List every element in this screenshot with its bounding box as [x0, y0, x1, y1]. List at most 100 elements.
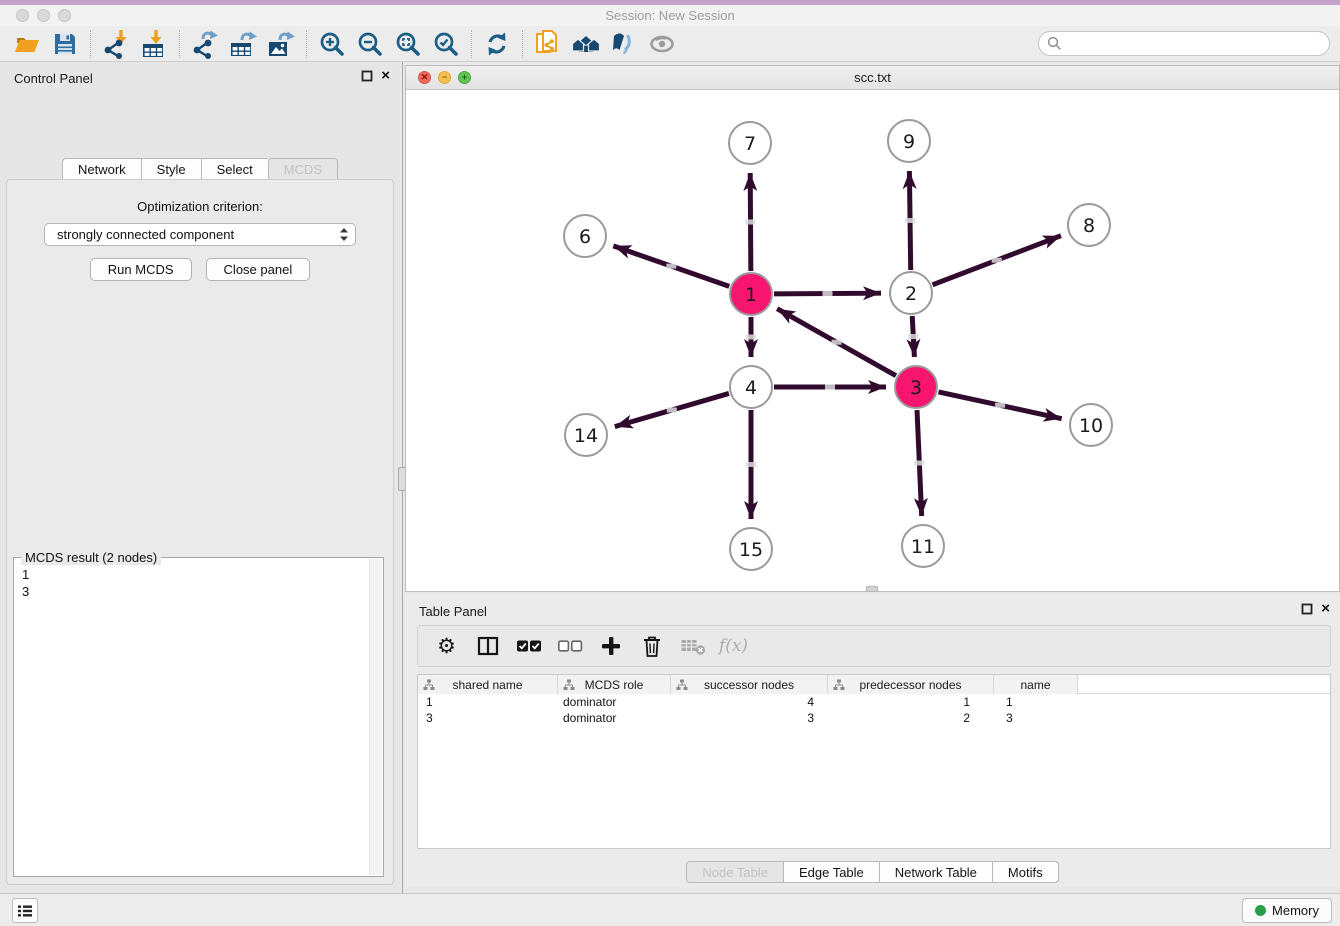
delete-table-button[interactable]	[674, 629, 711, 663]
zoom-out-button[interactable]	[351, 28, 389, 60]
main-toolbar	[0, 26, 1340, 62]
column-layout-button[interactable]	[469, 629, 506, 663]
hierarchy-icon	[423, 679, 435, 691]
tab-mcds[interactable]: MCDS	[268, 158, 338, 180]
graph-node-10[interactable]: 10	[1070, 404, 1112, 446]
cell-predecessor-nodes[interactable]: 1	[828, 694, 994, 710]
column-header-shared-name[interactable]: shared name	[418, 675, 558, 694]
cell-predecessor-nodes[interactable]: 2	[828, 710, 994, 726]
table-row[interactable]: 1 dominator 4 1 1	[418, 694, 1330, 710]
close-panel-icon[interactable]: ×	[1321, 603, 1330, 615]
select-all-checks-button[interactable]	[510, 629, 547, 663]
zoom-selected-icon	[432, 30, 460, 58]
tab-motifs[interactable]: Motifs	[992, 861, 1059, 883]
apply-style-button[interactable]	[605, 28, 643, 60]
memory-label: Memory	[1272, 903, 1319, 918]
svg-text:15: 15	[739, 539, 763, 561]
zoom-fit-button[interactable]	[389, 28, 427, 60]
network-view[interactable]: 7 9 6 8 1 2 4 3 14 10 15 11	[406, 90, 1339, 591]
mcds-result-text[interactable]: 1 3	[16, 560, 368, 874]
refresh-view-button[interactable]	[478, 28, 516, 60]
table-header-row: shared name MCDS role successor nodes pr…	[418, 675, 1330, 694]
cell-mcds-role[interactable]: dominator	[558, 694, 671, 710]
tab-network[interactable]: Network	[62, 158, 141, 180]
column-header-name[interactable]: name	[994, 675, 1078, 694]
list-icon	[17, 904, 33, 918]
graph-node-11[interactable]: 11	[902, 525, 944, 567]
search-input[interactable]	[1062, 34, 1329, 54]
cell-shared-name[interactable]: 1	[418, 694, 558, 710]
tab-node-table[interactable]: Node Table	[686, 861, 783, 883]
close-panel-button[interactable]: Close panel	[206, 258, 311, 281]
column-header-successor-nodes[interactable]: successor nodes	[671, 675, 828, 694]
graph-node-9[interactable]: 9	[888, 120, 930, 162]
memory-button[interactable]: Memory	[1242, 898, 1332, 923]
graph-node-1[interactable]: 1	[730, 273, 772, 315]
cell-shared-name[interactable]: 3	[418, 710, 558, 726]
tab-style[interactable]: Style	[141, 158, 201, 180]
zoom-fit-icon	[394, 30, 422, 58]
export-image-button[interactable]	[262, 28, 300, 60]
graph-node-3[interactable]: 3	[895, 366, 937, 408]
result-scrollbar[interactable]	[369, 559, 382, 875]
close-panel-icon[interactable]: ×	[381, 70, 390, 82]
task-history-button[interactable]	[12, 898, 38, 923]
cell-name[interactable]: 1	[994, 694, 1078, 710]
trash-icon	[642, 635, 662, 657]
svg-text:9: 9	[903, 131, 915, 153]
export-network-icon	[190, 29, 220, 59]
table-row[interactable]: 3 dominator 3 2 3	[418, 710, 1330, 726]
import-network-button[interactable]	[97, 28, 135, 60]
export-table-icon	[228, 29, 258, 59]
tab-select[interactable]: Select	[201, 158, 268, 180]
checked-boxes-icon	[516, 639, 542, 653]
apply-function-button[interactable]: f(x)	[715, 629, 752, 663]
eye-icon	[647, 31, 677, 57]
save-session-button[interactable]	[46, 28, 84, 60]
graph-node-8[interactable]: 8	[1068, 204, 1110, 246]
tab-network-table[interactable]: Network Table	[879, 861, 992, 883]
layout-home-button[interactable]	[567, 28, 605, 60]
hierarchy-icon	[676, 679, 688, 691]
table-toolbar: ⚙	[417, 625, 1331, 667]
cell-successor-nodes[interactable]: 4	[671, 694, 828, 710]
toggle-graphics-details-button[interactable]	[643, 28, 681, 60]
export-network-button[interactable]	[186, 28, 224, 60]
cell-name[interactable]: 3	[994, 710, 1078, 726]
graph-node-4[interactable]: 4	[730, 366, 772, 408]
cell-mcds-role[interactable]: dominator	[558, 710, 671, 726]
result-line: 3	[22, 584, 29, 599]
open-file-button[interactable]	[8, 28, 46, 60]
duplicate-network-button[interactable]	[529, 28, 567, 60]
add-column-button[interactable]	[592, 629, 629, 663]
graph-node-14[interactable]: 14	[565, 414, 607, 456]
float-panel-icon[interactable]	[361, 70, 373, 82]
cell-successor-nodes[interactable]: 3	[671, 710, 828, 726]
run-mcds-button[interactable]: Run MCDS	[90, 258, 192, 281]
graph-node-15[interactable]: 15	[730, 528, 772, 570]
control-panel-tabs: Network Style Select MCDS	[0, 158, 400, 180]
export-table-button[interactable]	[224, 28, 262, 60]
import-table-button[interactable]	[135, 28, 173, 60]
graph-node-6[interactable]: 6	[564, 215, 606, 257]
criterion-select[interactable]: strongly connected component	[44, 223, 356, 246]
column-header-predecessor-nodes[interactable]: predecessor nodes	[828, 675, 994, 694]
tab-edge-table[interactable]: Edge Table	[783, 861, 879, 883]
delete-column-button[interactable]	[633, 629, 670, 663]
graph-node-2[interactable]: 2	[890, 272, 932, 314]
float-panel-icon[interactable]	[1301, 603, 1313, 615]
zoom-selected-button[interactable]	[427, 28, 465, 60]
network-table-splitter-grip[interactable]	[866, 586, 878, 592]
control-panel: Control Panel × Network Style Select MCD…	[0, 62, 400, 893]
network-canvas[interactable]: 7 9 6 8 1 2 4 3 14 10 15 11	[406, 90, 1339, 591]
search-icon	[1047, 36, 1062, 51]
zoom-in-button[interactable]	[313, 28, 351, 60]
search-box[interactable]	[1038, 31, 1330, 56]
clear-all-checks-button[interactable]	[551, 629, 588, 663]
svg-text:7: 7	[744, 133, 756, 155]
delete-table-icon	[680, 636, 706, 656]
memory-status-icon	[1255, 905, 1266, 916]
table-settings-button[interactable]: ⚙	[428, 629, 465, 663]
graph-node-7[interactable]: 7	[729, 122, 771, 164]
column-header-mcds-role[interactable]: MCDS role	[558, 675, 671, 694]
